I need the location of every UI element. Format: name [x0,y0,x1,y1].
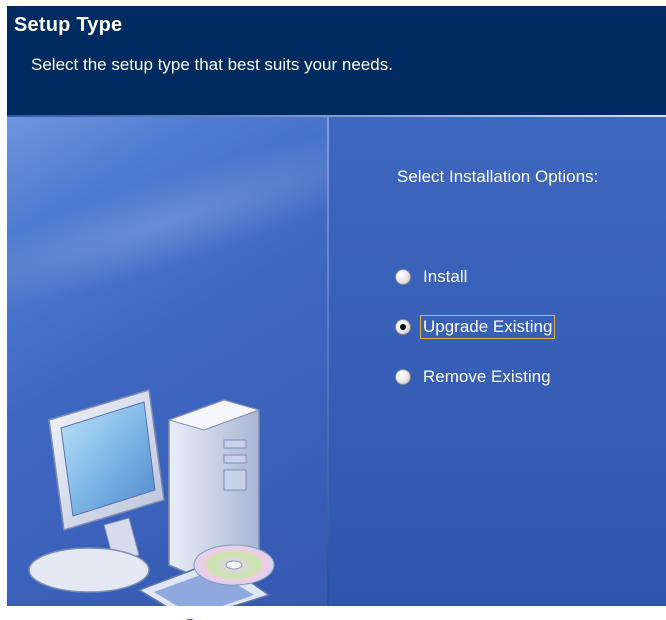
upgrade-existing-option[interactable]: Upgrade Existing [395,314,556,340]
page-title: Setup Type [14,14,123,36]
upgrade-existing-option-label[interactable]: Upgrade Existing [419,315,556,339]
options-panel [329,117,666,606]
install-option-label[interactable]: Install [421,266,469,288]
background-streak [7,117,327,352]
computer-with-cd-icon [28,389,275,620]
bottom-border [7,606,666,619]
install-option[interactable]: Install [395,264,469,290]
remove-existing-option-label[interactable]: Remove Existing [421,366,553,388]
setup-header: Setup Type Select the setup type that be… [7,6,666,115]
setup-window: Setup Type Select the setup type that be… [7,0,666,620]
radio-button-upgrade-existing[interactable] [395,319,411,335]
page-subtitle: Select the setup type that best suits yo… [31,55,393,74]
remove-existing-option[interactable]: Remove Existing [395,364,553,390]
radio-button-remove-existing[interactable] [395,369,411,385]
installation-options-title: Select Installation Options: [397,167,599,186]
radio-button-install[interactable] [395,269,411,285]
